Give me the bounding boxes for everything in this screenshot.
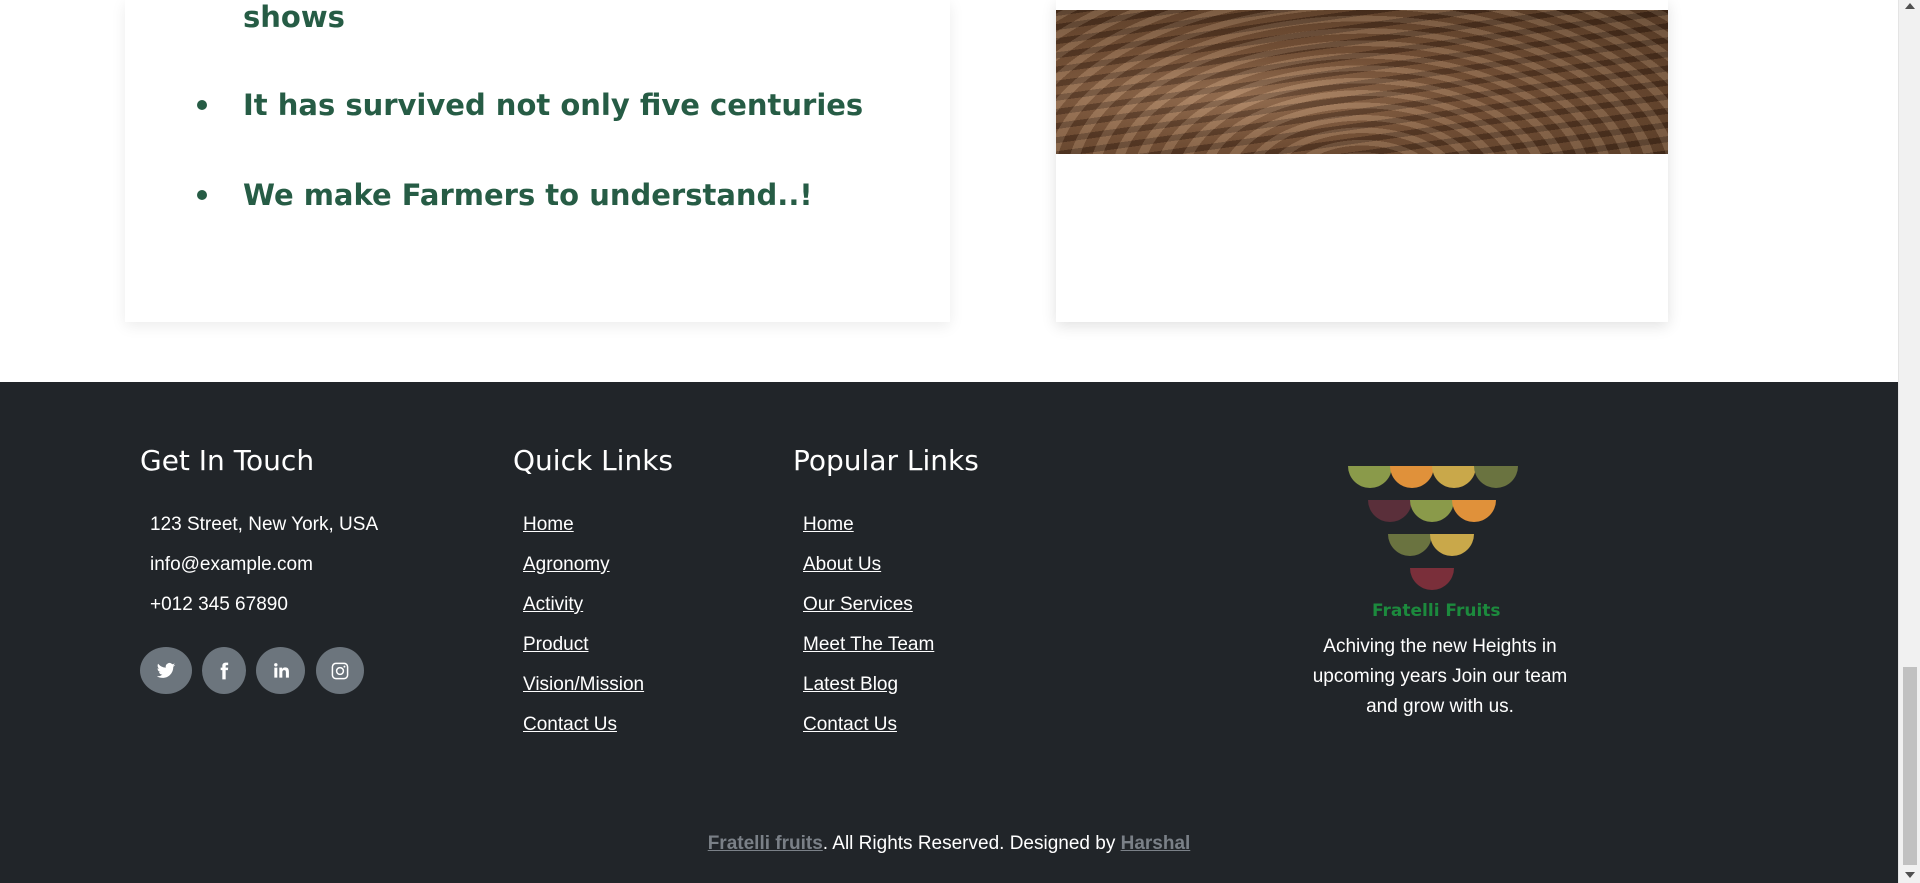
email-text: info@example.com xyxy=(150,554,313,575)
instagram-button[interactable] xyxy=(316,647,364,694)
brand-link[interactable]: Fratelli fruits xyxy=(708,833,823,854)
image-card xyxy=(1056,0,1668,322)
facebook-icon xyxy=(220,662,229,679)
popular-link-meet-the-team[interactable]: Meet The Team xyxy=(803,634,934,656)
vertical-scrollbar[interactable] xyxy=(1898,0,1920,883)
popular-link-home[interactable]: Home xyxy=(803,514,854,536)
facebook-button[interactable] xyxy=(202,647,246,694)
get-in-touch-title: Get In Touch xyxy=(140,444,315,477)
copyright-text: . All Rights Reserved. Designed by xyxy=(822,833,1121,854)
feature-item: We make Farmers to understand..! xyxy=(197,178,813,212)
quick-link-activity[interactable]: Activity xyxy=(523,594,583,616)
popular-link-about-us[interactable]: About Us xyxy=(803,554,881,576)
twitter-icon xyxy=(156,662,176,678)
feature-item: It has survived not only five centuries xyxy=(196,88,864,122)
quick-link-vision-mission[interactable]: Vision/Mission xyxy=(523,674,644,696)
popular-link-contact-us[interactable]: Contact Us xyxy=(803,714,897,736)
fratelli-fruits-logo xyxy=(1348,466,1518,590)
brand-tagline: Achiving the new Heights in upcoming yea… xyxy=(1312,636,1568,717)
linkedin-button[interactable] xyxy=(256,647,305,694)
feature-item-continued: shows xyxy=(243,0,345,34)
scroll-down-arrow-icon[interactable] xyxy=(1905,872,1915,878)
quick-link-product[interactable]: Product xyxy=(523,634,588,656)
designer-link[interactable]: Harshal xyxy=(1121,833,1191,854)
popular-link-our-services[interactable]: Our Services xyxy=(803,594,913,616)
farm-soil-image xyxy=(1056,10,1668,154)
address-text: 123 Street, New York, USA xyxy=(150,514,379,535)
footer: Get In Touch 123 Street, New York, USA i… xyxy=(0,382,1898,883)
copyright-bar: Fratelli fruits. All Rights Reserved. De… xyxy=(0,833,1898,855)
popular-link-latest-blog[interactable]: Latest Blog xyxy=(803,674,898,696)
quick-links-title: Quick Links xyxy=(513,444,674,477)
scroll-up-arrow-icon[interactable] xyxy=(1905,3,1915,9)
quick-link-contact-us[interactable]: Contact Us xyxy=(523,714,617,736)
popular-links-title: Popular Links xyxy=(793,444,979,477)
twitter-button[interactable] xyxy=(140,647,192,694)
logo-wordmark: Fratelli Fruits xyxy=(1372,601,1501,621)
scrollbar-thumb[interactable] xyxy=(1903,667,1917,865)
instagram-icon xyxy=(331,662,349,679)
quick-link-agronomy[interactable]: Agronomy xyxy=(523,554,610,576)
phone-text: +012 345 67890 xyxy=(150,594,288,615)
features-section: shows It has survived not only five cent… xyxy=(0,0,1898,382)
quick-link-home[interactable]: Home xyxy=(523,514,574,536)
linkedin-icon xyxy=(273,662,289,678)
features-card: shows It has survived not only five cent… xyxy=(125,0,950,322)
